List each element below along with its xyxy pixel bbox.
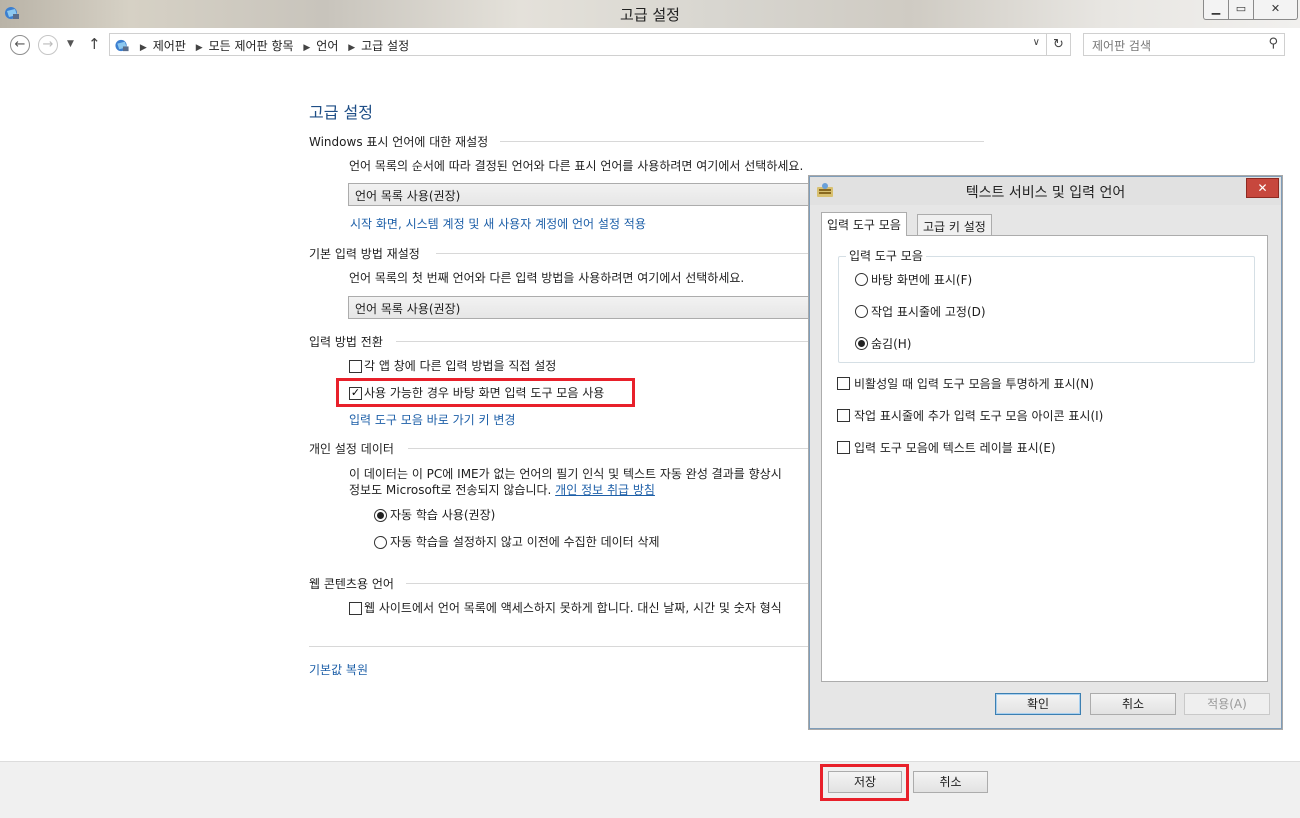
- chevron-right-icon: ▶: [303, 43, 311, 53]
- desktop-language-bar-label[interactable]: 사용 가능한 경우 바탕 화면 입력 도구 모음 사용: [364, 384, 604, 401]
- personalization-description: 이 데이터는 이 PC에 IME가 없는 언어의 필기 인식 및 텍스트 자동 …: [349, 467, 782, 481]
- search-input[interactable]: 제어판 검색 ⚲: [1083, 33, 1285, 56]
- chevron-down-icon: ▼: [67, 39, 74, 49]
- chevron-down-icon[interactable]: ∨: [1033, 37, 1040, 48]
- section-divider: [396, 341, 810, 342]
- extra-taskbar-icons-label[interactable]: 작업 표시줄에 추가 입력 도구 모음 아이콘 표시(I): [854, 407, 1103, 424]
- close-icon: ✕: [1257, 181, 1268, 195]
- section-title-display-language: Windows 표시 언어에 대한 재설정: [309, 135, 489, 149]
- breadcrumb-item[interactable]: 언어: [316, 39, 338, 53]
- section-divider: [406, 583, 810, 584]
- back-button[interactable]: ←: [10, 35, 30, 55]
- section-divider: [500, 141, 984, 142]
- transparent-when-inactive-checkbox[interactable]: [837, 377, 850, 390]
- breadcrumb-item[interactable]: 모든 제어판 항목: [209, 39, 294, 53]
- restore-defaults-link[interactable]: 기본값 복원: [309, 661, 368, 678]
- minimize-icon: ▁: [1211, 2, 1221, 15]
- section-divider: [436, 253, 810, 254]
- cancel-button[interactable]: 취소: [913, 771, 988, 793]
- save-button[interactable]: 저장: [828, 771, 902, 793]
- tab-advanced-key-settings[interactable]: 고급 키 설정: [917, 214, 992, 235]
- hidden-radio[interactable]: [855, 337, 868, 350]
- disable-learning-label[interactable]: 자동 학습을 설정하지 않고 이전에 수집한 데이터 삭제: [390, 533, 660, 550]
- text-labels-checkbox[interactable]: [837, 441, 850, 454]
- extra-taskbar-icons-checkbox[interactable]: [837, 409, 850, 422]
- web-content-label[interactable]: 웹 사이트에서 언어 목록에 액세스하지 못하게 합니다. 대신 날짜, 시간 …: [364, 599, 810, 616]
- page-title: 고급 설정: [309, 103, 373, 122]
- input-method-description: 언어 목록의 첫 번째 언어와 다른 입력 방법을 사용하려면 여기에서 선택하…: [349, 271, 745, 285]
- per-app-input-checkbox[interactable]: [349, 360, 362, 373]
- dialog-close-button[interactable]: ✕: [1246, 178, 1279, 198]
- disable-learning-radio[interactable]: [374, 536, 387, 549]
- window-titlebar: 고급 설정 ▁ ▭ ✕: [0, 0, 1300, 28]
- maximize-button[interactable]: ▭: [1228, 0, 1254, 20]
- control-panel-icon: [115, 39, 129, 52]
- desktop-language-bar-checkbox[interactable]: ✓: [349, 387, 362, 400]
- privacy-statement-link[interactable]: 개인 정보 취급 방침: [555, 483, 655, 497]
- change-hotkeys-link[interactable]: 입력 도구 모음 바로 가기 키 변경: [349, 411, 515, 428]
- close-button[interactable]: ✕: [1253, 0, 1298, 20]
- transparent-when-inactive-label[interactable]: 비활성일 때 입력 도구 모음을 투명하게 표시(N): [854, 375, 1094, 392]
- tab-panel: 입력 도구 모음 바탕 화면에 표시(F) 작업 표시줄에 고정(D) 숨김(H…: [821, 235, 1268, 682]
- auto-learning-label[interactable]: 자동 학습 사용(권장): [390, 506, 495, 523]
- input-method-select-value: 언어 목록 사용(권장): [355, 302, 461, 316]
- per-app-input-label[interactable]: 각 앱 창에 다른 입력 방법을 직접 설정: [364, 357, 556, 374]
- minimize-button[interactable]: ▁: [1203, 0, 1229, 20]
- hidden-label[interactable]: 숨김(H): [871, 335, 911, 352]
- chevron-right-icon: ▶: [195, 43, 203, 53]
- up-button[interactable]: ↑: [88, 35, 101, 53]
- address-bar[interactable]: ▶ 제어판 ▶ 모든 제어판 항목 ▶ 언어 ▶ 고급 설정 ∨: [109, 33, 1047, 56]
- text-labels-label[interactable]: 입력 도구 모음에 텍스트 레이블 표시(E): [854, 439, 1056, 456]
- float-on-desktop-radio[interactable]: [855, 273, 868, 286]
- chevron-right-icon: ▶: [348, 43, 356, 53]
- footer-bar: [0, 761, 1300, 818]
- search-placeholder: 제어판 검색: [1092, 39, 1152, 53]
- input-method-select[interactable]: 언어 목록 사용(권장): [348, 296, 818, 319]
- up-arrow-icon: ↑: [88, 35, 101, 53]
- dialog-cancel-button[interactable]: 취소: [1090, 693, 1176, 715]
- breadcrumb-item[interactable]: 제어판: [153, 39, 186, 53]
- display-language-description: 언어 목록의 순서에 따라 결정된 언어와 다른 표시 언어를 사용하려면 여기…: [349, 159, 804, 173]
- navigation-bar: ← → ▼ ↑ ▶ 제어판 ▶ 모든 제어판 항목 ▶ 언어 ▶ 고급 설정 ∨ ↻ 제…: [0, 28, 1300, 62]
- personalization-description-text: 정보도 Microsoft로 전송되지 않습니다.: [349, 483, 556, 497]
- forward-button[interactable]: →: [38, 35, 58, 55]
- section-divider: [309, 646, 810, 647]
- search-icon[interactable]: ⚲: [1268, 36, 1278, 51]
- text-services-dialog: 텍스트 서비스 및 입력 언어 ✕ 입력 도구 모음 고급 키 설정 입력 도구…: [809, 176, 1282, 729]
- language-bar-group-label: 입력 도구 모음: [846, 247, 926, 264]
- section-title-input-method: 기본 입력 방법 재설정: [309, 247, 420, 261]
- breadcrumb-item[interactable]: 고급 설정: [361, 39, 409, 53]
- section-title-switching: 입력 방법 전환: [309, 335, 383, 349]
- web-content-checkbox[interactable]: [349, 602, 362, 615]
- refresh-icon: ↻: [1053, 37, 1064, 52]
- display-language-select[interactable]: 언어 목록 사용(권장): [348, 183, 818, 206]
- auto-learning-radio[interactable]: [374, 509, 387, 522]
- window-title: 고급 설정: [620, 6, 680, 24]
- dialog-title: 텍스트 서비스 및 입력 언어: [965, 185, 1126, 201]
- maximize-icon: ▭: [1235, 2, 1247, 15]
- chevron-right-icon: ▶: [139, 43, 147, 53]
- docked-in-taskbar-label[interactable]: 작업 표시줄에 고정(D): [871, 303, 986, 320]
- float-on-desktop-label[interactable]: 바탕 화면에 표시(F): [871, 271, 972, 288]
- section-title-web-content: 웹 콘텐츠용 언어: [309, 577, 394, 591]
- personalization-description-2: 정보도 Microsoft로 전송되지 않습니다. 개인 정보 취급 방침: [349, 481, 655, 498]
- tab-language-bar[interactable]: 입력 도구 모음: [821, 212, 907, 236]
- close-icon: ✕: [1270, 2, 1281, 15]
- back-arrow-icon: ←: [14, 37, 26, 52]
- dialog-ok-button[interactable]: 확인: [995, 693, 1081, 715]
- breadcrumb: ▶ 제어판 ▶ 모든 제어판 항목 ▶ 언어 ▶ 고급 설정: [114, 37, 409, 54]
- display-language-select-value: 언어 목록 사용(권장): [355, 189, 461, 203]
- docked-in-taskbar-radio[interactable]: [855, 305, 868, 318]
- dialog-titlebar: 텍스트 서비스 및 입력 언어 ✕: [810, 177, 1281, 205]
- dialog-apply-button[interactable]: 적용(A): [1184, 693, 1270, 715]
- recent-locations-button[interactable]: ▼: [67, 39, 74, 49]
- refresh-button[interactable]: ↻: [1047, 33, 1071, 56]
- apply-language-settings-link[interactable]: 시작 화면, 시스템 계정 및 새 사용자 계정에 언어 설정 적용: [350, 215, 646, 232]
- checkmark-icon: ✓: [350, 386, 361, 399]
- forward-arrow-icon: →: [42, 37, 54, 52]
- section-title-personalization: 개인 설정 데이터: [309, 442, 394, 456]
- section-divider: [408, 448, 810, 449]
